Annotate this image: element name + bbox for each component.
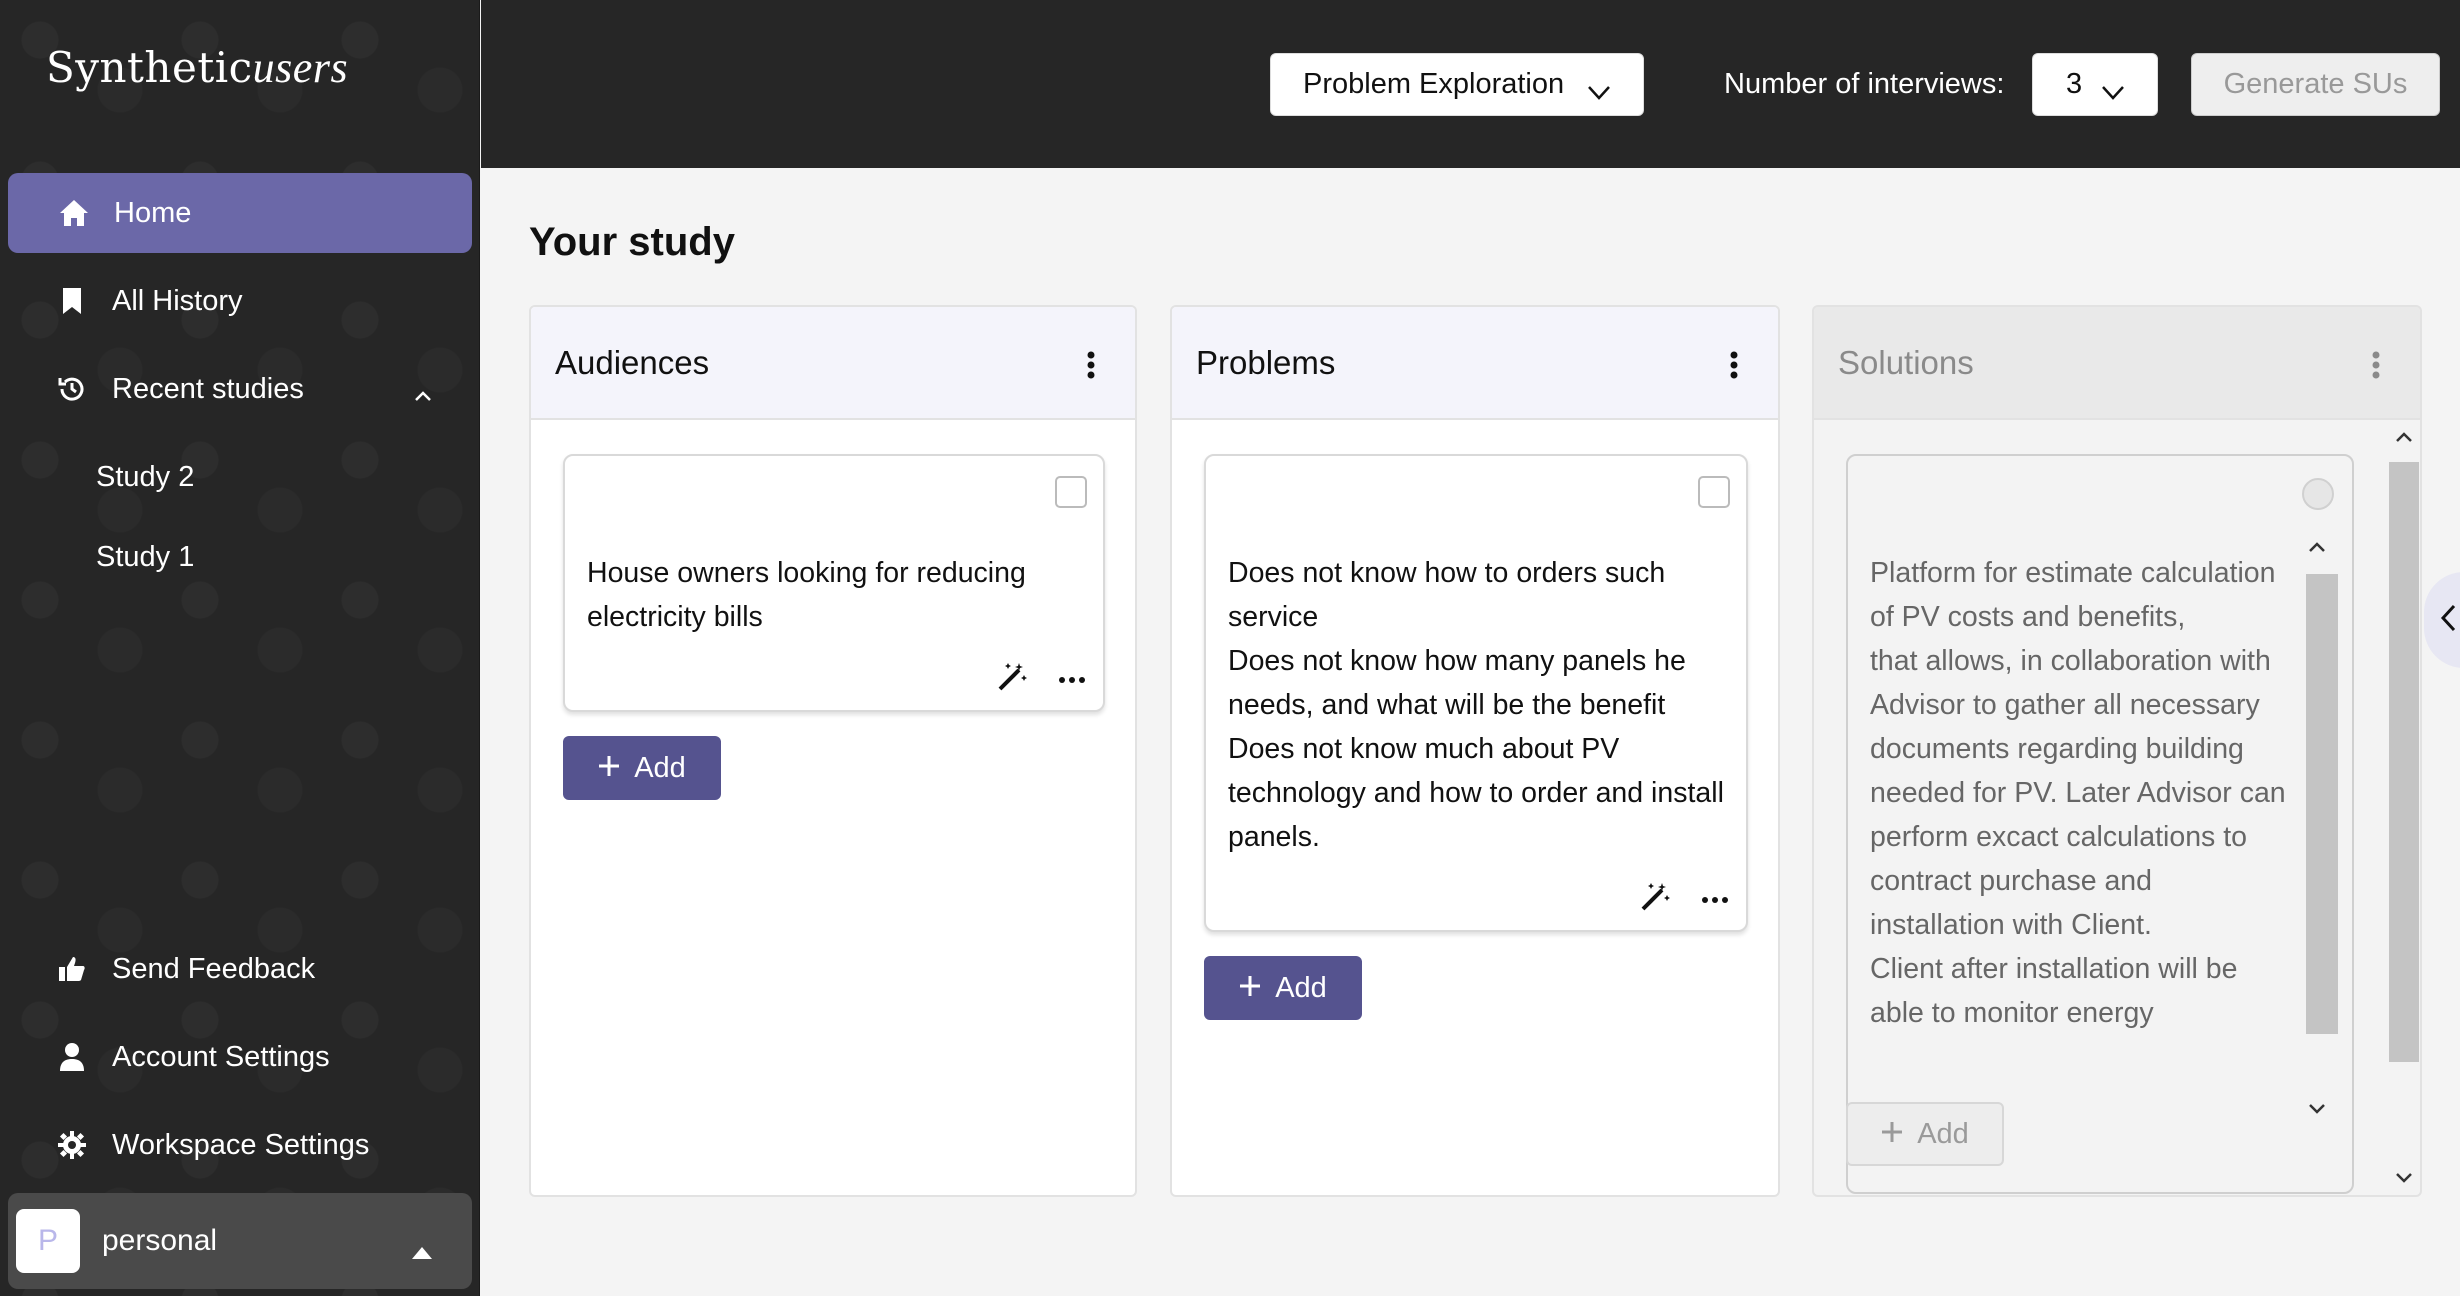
scroll-down-icon[interactable] [2308,1102,2326,1120]
sidebar-item-label: Home [114,196,192,229]
scroll-down-icon[interactable] [2395,1171,2413,1189]
bookmark-icon [52,281,92,321]
sidebar: Syntheticusers Home All History Recent s… [0,0,480,1296]
sidebar-item-label: Recent studies [112,372,304,405]
logo-script-text: users [252,43,349,92]
solutions-column: Solutions Platform for estimate calculat… [1812,305,2422,1197]
scrollbar-thumb[interactable] [2389,462,2419,1062]
generate-sus-button[interactable]: Generate SUs [2191,53,2440,116]
column-header: Problems [1172,307,1778,420]
plus-icon [598,752,620,785]
column-title: Problems [1196,343,1336,381]
logo-text: Synthetic [46,43,253,92]
add-label: Add [1917,1117,1969,1150]
caret-up-icon [412,1233,432,1267]
gear-icon [52,1125,92,1165]
add-problem-button[interactable]: Add [1204,956,1362,1020]
sidebar-item-label: Account Settings [112,1040,330,1073]
chevron-up-icon[interactable] [414,377,432,410]
sidebar-item-label: Send Feedback [112,952,316,985]
history-icon [52,369,92,409]
add-label: Add [634,751,686,784]
card-text: Does not know how to orders such service… [1228,557,1724,853]
sidebar-item-workspace-settings[interactable]: Workspace Settings [8,1105,472,1185]
column-scrollbar[interactable] [2387,420,2420,1195]
problems-column: Problems Does not know how to orders suc… [1170,305,1780,1197]
page-title: Your study [529,220,735,264]
card-checkbox[interactable] [1698,476,1730,508]
solution-card[interactable]: Platform for estimate calculation of PV … [1846,454,2354,1194]
plus-icon [1239,972,1261,1005]
column-title: Audiences [555,343,710,381]
sidebar-item-all-history[interactable]: All History [8,261,472,341]
interviews-label: Number of interviews: [1724,68,2005,100]
sidebar-item-send-feedback[interactable]: Send Feedback [8,929,472,1009]
kebab-menu-icon[interactable] [2372,349,2380,387]
workspace-name: personal [102,1224,218,1257]
card-text: Platform for estimate calculation of PV … [1870,557,2286,1029]
user-icon [52,1037,92,1077]
column-header: Audiences [531,307,1135,420]
more-horizontal-icon[interactable] [1059,670,1085,688]
sidebar-item-label: Study 2 [96,460,195,493]
scrollbar-thumb[interactable] [2306,574,2338,1034]
sidebar-item-account-settings[interactable]: Account Settings [8,1017,472,1097]
kebab-menu-icon[interactable] [1087,349,1095,387]
add-solution-button[interactable]: Add [1846,1102,2004,1166]
sidebar-item-study-2[interactable]: Study 2 [8,437,472,517]
more-horizontal-icon[interactable] [1702,890,1728,908]
magic-wand-icon[interactable] [1640,881,1672,916]
sidebar-item-study-1[interactable]: Study 1 [8,517,472,597]
chevron-down-icon [1587,76,1611,109]
workspace-switcher[interactable]: P personal [8,1193,472,1289]
problem-card[interactable]: Does not know how to orders such service… [1204,454,1748,932]
card-checkbox[interactable] [1055,476,1087,508]
workspace-avatar: P [16,1209,80,1273]
audience-card[interactable]: House owners looking for reducing electr… [563,454,1105,712]
topbar: Problem Exploration Number of interviews… [481,0,2460,168]
interviews-value: 3 [2066,68,2083,100]
study-type-value: Problem Exploration [1303,68,1565,100]
scroll-up-icon[interactable] [2395,430,2413,448]
sidebar-item-recent-studies[interactable]: Recent studies [8,349,472,429]
study-type-select[interactable]: Problem Exploration [1270,53,1644,116]
plus-icon [1881,1118,1903,1151]
thumbs-up-icon [52,949,92,989]
interviews-select[interactable]: 3 [2032,53,2158,116]
scroll-up-icon[interactable] [2308,540,2326,558]
audiences-column: Audiences House owners looking for reduc… [529,305,1137,1197]
chevron-down-icon [2101,76,2125,109]
kebab-menu-icon[interactable] [1730,349,1738,387]
card-radio[interactable] [2302,478,2334,510]
sidebar-item-label: Study 1 [96,540,195,573]
app-logo[interactable]: Syntheticusers [46,42,348,93]
column-header: Solutions [1814,307,2420,420]
card-scrollbar[interactable] [2300,540,2338,1120]
magic-wand-icon[interactable] [997,661,1029,696]
sidebar-item-label: Workspace Settings [112,1128,370,1161]
add-audience-button[interactable]: Add [563,736,721,800]
add-label: Add [1275,971,1327,1004]
sidebar-item-label: All History [112,284,243,317]
chevron-left-icon [2440,604,2456,637]
card-text: House owners looking for reducing electr… [587,557,1026,633]
home-icon [54,193,94,233]
sidebar-item-home[interactable]: Home [8,173,472,253]
column-title: Solutions [1838,343,1974,381]
panel-toggle[interactable] [2424,572,2460,668]
